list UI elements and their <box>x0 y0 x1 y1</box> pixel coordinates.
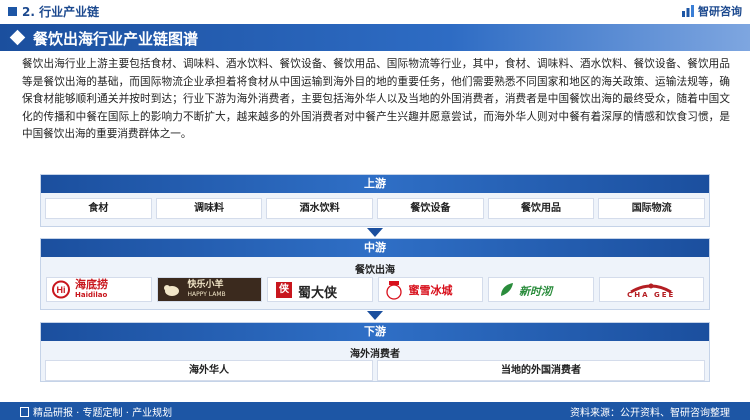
upstream-item: 餐饮设备 <box>377 198 484 219</box>
chagee-logo: CHA GEE <box>598 277 704 302</box>
mixue-name: 蜜雪冰城 <box>408 284 453 297</box>
midstream-subtitle: 餐饮出海 <box>355 265 395 276</box>
svg-text:Hi: Hi <box>56 285 65 295</box>
banner-title: 餐饮出海行业产业链图谱 <box>33 30 199 48</box>
square-bullet-icon <box>8 7 17 16</box>
description-paragraph: 餐饮出海行业上游主要包括食材、调味料、酒水饮料、餐饮设备、餐饮用品、国际物流等行… <box>22 58 730 141</box>
xinshiqi-name: 新时沏 <box>519 285 552 298</box>
chagee-name: CHA GEE <box>627 291 676 299</box>
title-banner: 餐饮出海行业产业链图谱 <box>0 24 750 51</box>
upstream-panel: 上游 食材 调味料 酒水饮料 餐饮设备 餐饮用品 国际物流 <box>40 174 710 227</box>
upstream-item: 调味料 <box>155 198 263 219</box>
upstream-title: 上游 <box>41 175 709 193</box>
shudaxia-logo: 侠 蜀大侠 <box>267 277 373 302</box>
happy-lamb-en-name: HAPPY LAMB <box>187 291 226 298</box>
upstream-item: 餐饮用品 <box>487 198 595 219</box>
footer-source: 资料来源：公开资料、智研咨询整理 <box>570 408 730 419</box>
shudaxia-seal-icon: 侠 <box>276 282 292 298</box>
downstream-item: 当地的外国消费者 <box>377 360 705 381</box>
downstream-items: 海外华人 当地的外国消费者 <box>41 358 709 386</box>
happy-lamb-name: 快乐小羊 <box>187 280 224 290</box>
section-title: 2. 行业产业链 <box>8 3 99 20</box>
midstream-title: 中游 <box>41 239 709 257</box>
top-bar: 2. 行业产业链 智研咨询 <box>0 0 750 22</box>
upstream-item: 食材 <box>45 198 152 219</box>
haidilao-logo: Hi 海底捞 Haidilao <box>46 277 152 302</box>
brand-logos: Hi 海底捞 Haidilao 快乐小羊 HAPPY LAMB 侠 蜀大侠 蜜雪… <box>41 274 709 307</box>
upstream-item: 国际物流 <box>598 198 706 219</box>
downstream-panel: 下游 海外消费者 海外华人 当地的外国消费者 <box>40 322 710 382</box>
happy-lamb-logo: 快乐小羊 HAPPY LAMB <box>156 277 262 302</box>
downstream-subtitle: 海外消费者 <box>350 349 400 360</box>
arrow-down-icon <box>367 311 383 320</box>
shudaxia-name: 蜀大侠 <box>298 286 338 301</box>
arrow-down-icon <box>367 228 383 237</box>
midstream-panel: 中游 餐饮出海 Hi 海底捞 Haidilao 快乐小羊 HAPPY LAMB <box>40 238 710 310</box>
diamond-icon <box>9 29 26 46</box>
footer-left-text: 精品研报 · 专题定制 · 产业规划 <box>33 408 173 419</box>
logo-text: 智研咨询 <box>698 5 742 18</box>
upstream-item: 酒水饮料 <box>266 198 374 219</box>
brand-logo: 智研咨询 <box>681 3 742 19</box>
document-icon <box>20 406 29 417</box>
haidilao-name: 海底捞 <box>75 278 108 291</box>
chart-logo-icon <box>682 5 694 17</box>
footer-bar: 精品研报 · 专题定制 · 产业规划 资料来源：公开资料、智研咨询整理 <box>0 402 750 420</box>
upstream-items: 食材 调味料 酒水饮料 餐饮设备 餐饮用品 国际物流 <box>41 193 709 224</box>
footer-left: 精品研报 · 专题定制 · 产业规划 <box>20 404 172 419</box>
downstream-title: 下游 <box>41 323 709 341</box>
downstream-item: 海外华人 <box>45 360 373 381</box>
section-title-text: 2. 行业产业链 <box>22 5 100 19</box>
mixue-logo: 蜜雪冰城 <box>377 277 483 302</box>
haidilao-en-name: Haidilao <box>75 291 108 299</box>
xinshiqi-logo: 新时沏 <box>488 277 594 302</box>
